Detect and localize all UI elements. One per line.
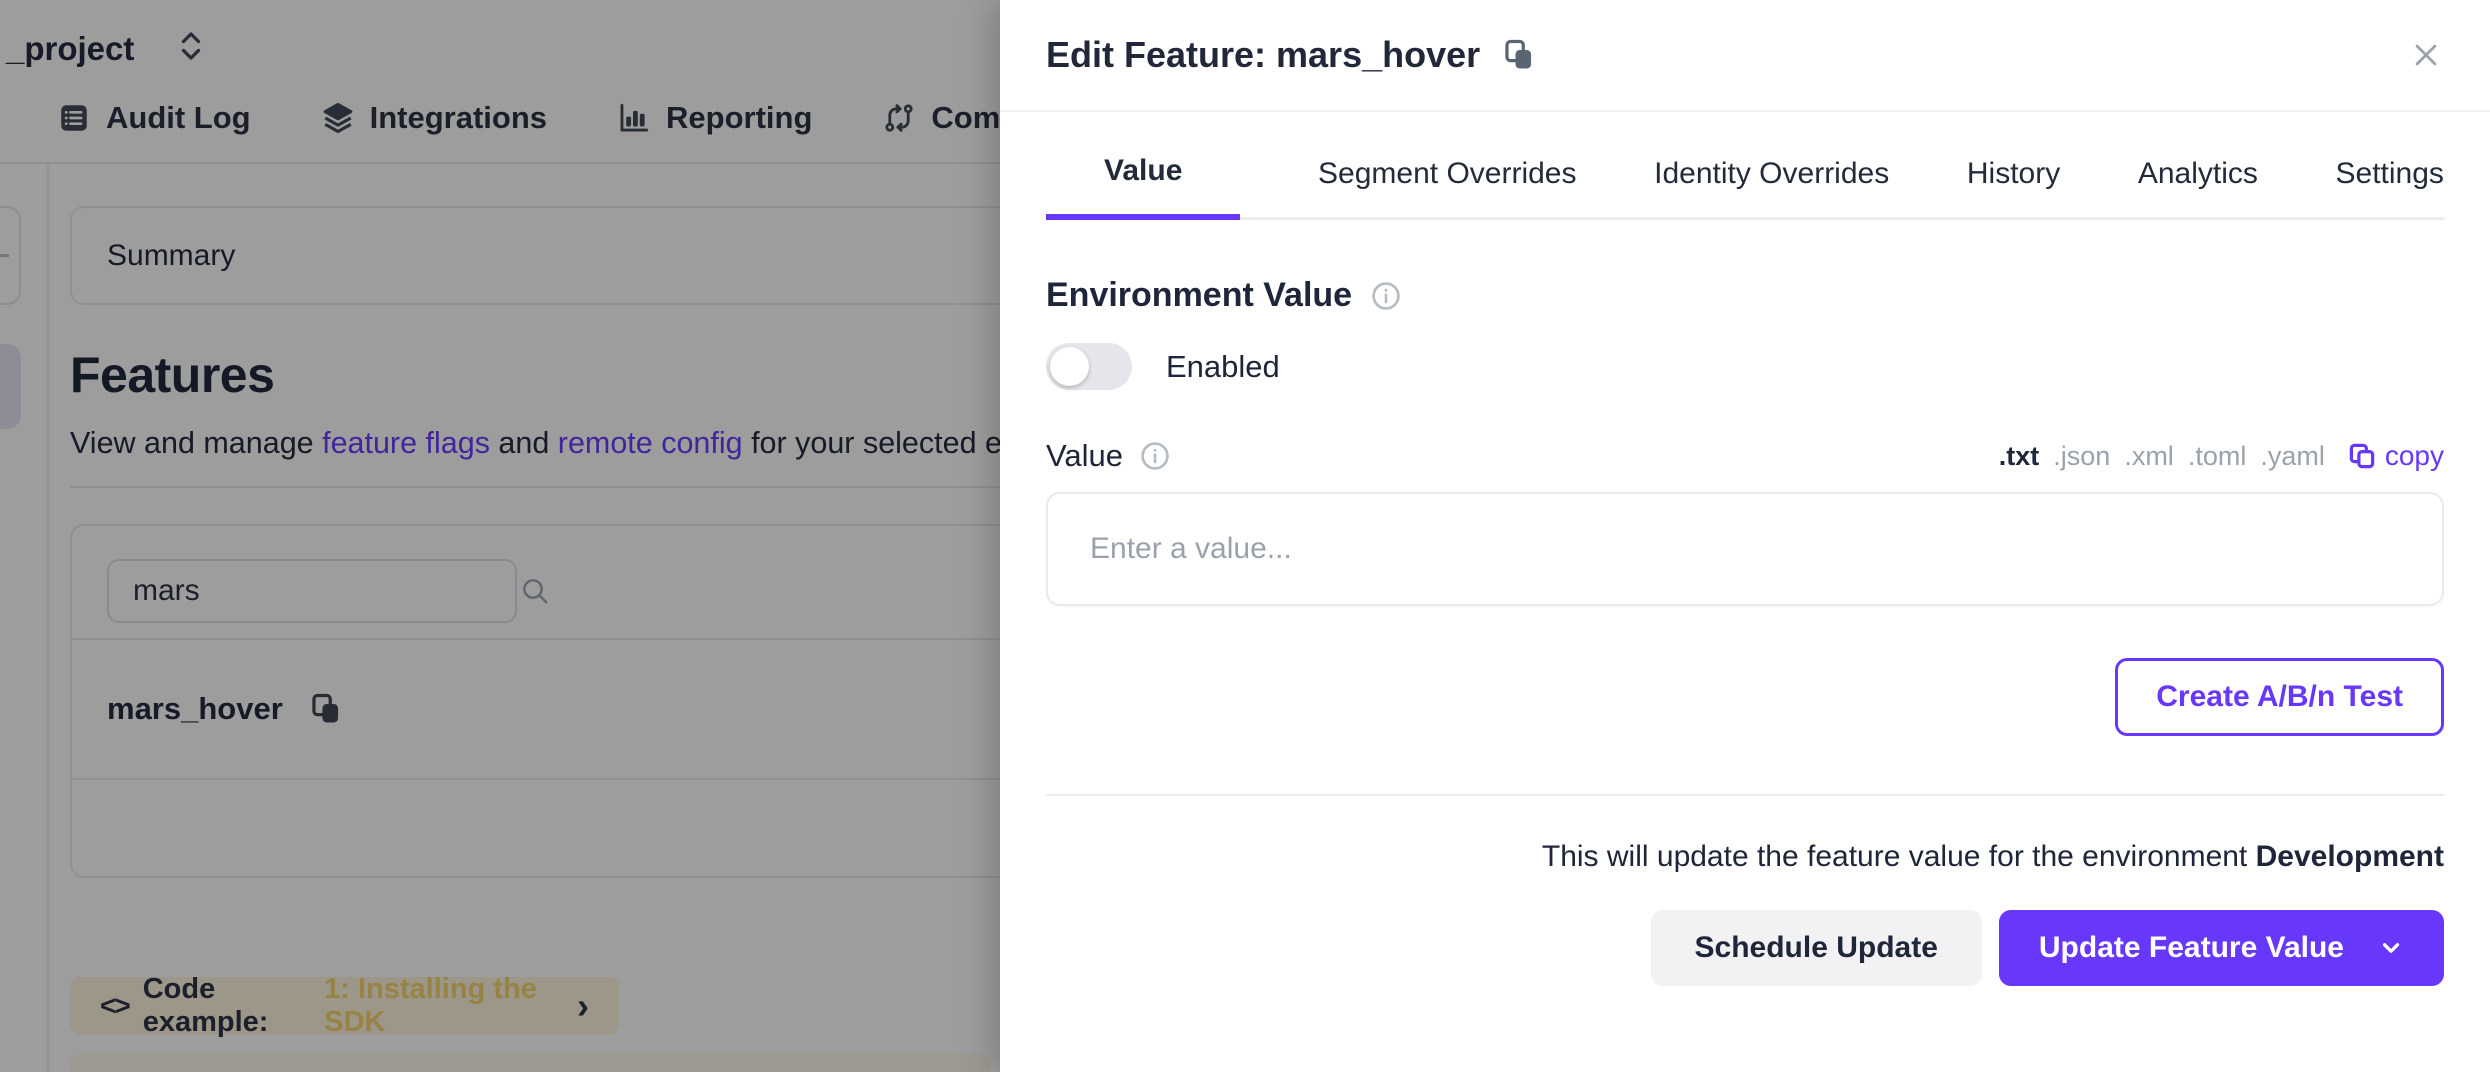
copy-label: copy	[2385, 440, 2444, 472]
tab-segment-overrides[interactable]: Segment Overrides	[1318, 157, 1576, 217]
format-selector: .txt .json .xml .toml .yaml copy	[1999, 440, 2444, 472]
enabled-toggle-row: Enabled	[1046, 343, 2444, 390]
edit-feature-panel: Edit Feature: mars_hover Value Segment O…	[1000, 0, 2490, 1072]
enabled-label: Enabled	[1166, 349, 1280, 385]
footer-notice: This will update the feature value for t…	[1046, 840, 2444, 874]
close-icon[interactable]	[2408, 37, 2444, 73]
tab-analytics[interactable]: Analytics	[2138, 157, 2258, 217]
abn-row: Create A/B/n Test	[1046, 658, 2444, 736]
format-toml[interactable]: .toml	[2188, 441, 2247, 472]
environment-value-section: Environment Value	[1046, 276, 2444, 315]
enabled-toggle[interactable]	[1046, 343, 1132, 390]
panel-tabs: Value Segment Overrides Identity Overrid…	[1046, 154, 2444, 220]
panel-footer-divider	[1046, 794, 2444, 796]
value-label: Value	[1046, 438, 1123, 474]
format-json[interactable]: .json	[2053, 441, 2110, 472]
create-abn-test-button[interactable]: Create A/B/n Test	[2115, 658, 2444, 736]
value-input[interactable]	[1046, 492, 2444, 606]
tab-history[interactable]: History	[1967, 157, 2060, 217]
tab-settings[interactable]: Settings	[2336, 157, 2444, 217]
environment-name: Development	[2256, 840, 2444, 873]
footer-notice-text: This will update the feature value for t…	[1542, 840, 2256, 873]
panel-title: Edit Feature: mars_hover	[1046, 34, 1480, 76]
info-icon[interactable]	[1139, 440, 1171, 472]
update-feature-value-button[interactable]: Update Feature Value	[1999, 910, 2444, 986]
copy-feature-name-icon[interactable]	[1502, 38, 1536, 72]
environment-value-heading: Environment Value	[1046, 276, 1352, 315]
update-button-label: Update Feature Value	[2039, 931, 2344, 965]
copy-icon	[2347, 441, 2377, 471]
schedule-update-button[interactable]: Schedule Update	[1651, 910, 1982, 986]
value-label-row: Value .txt .json .xml .toml .yaml	[1046, 438, 2444, 474]
copy-value-link[interactable]: copy	[2347, 440, 2444, 472]
format-yaml[interactable]: .yaml	[2260, 441, 2325, 472]
format-txt[interactable]: .txt	[1999, 441, 2040, 472]
screen: _project	[0, 0, 2490, 1072]
footer-buttons: Schedule Update Update Feature Value	[1046, 910, 2444, 986]
format-xml[interactable]: .xml	[2124, 441, 2174, 472]
panel-header: Edit Feature: mars_hover	[1000, 0, 2490, 112]
tab-value[interactable]: Value	[1046, 154, 1240, 220]
value-label-wrap: Value	[1046, 438, 1171, 474]
toggle-knob	[1050, 347, 1089, 386]
panel-body: Value Segment Overrides Identity Overrid…	[1000, 154, 2490, 986]
chevron-down-icon	[2378, 935, 2404, 961]
info-icon[interactable]	[1370, 280, 1402, 312]
tab-identity-overrides[interactable]: Identity Overrides	[1654, 157, 1889, 217]
